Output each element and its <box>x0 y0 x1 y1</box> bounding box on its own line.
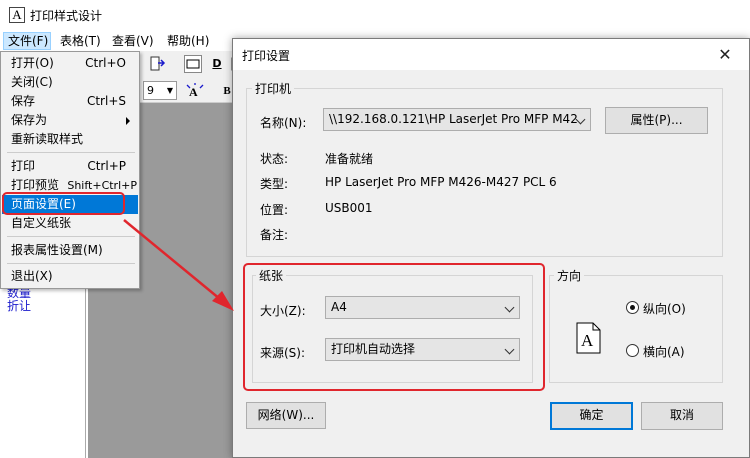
annotation-arrow-icon <box>123 219 234 311</box>
